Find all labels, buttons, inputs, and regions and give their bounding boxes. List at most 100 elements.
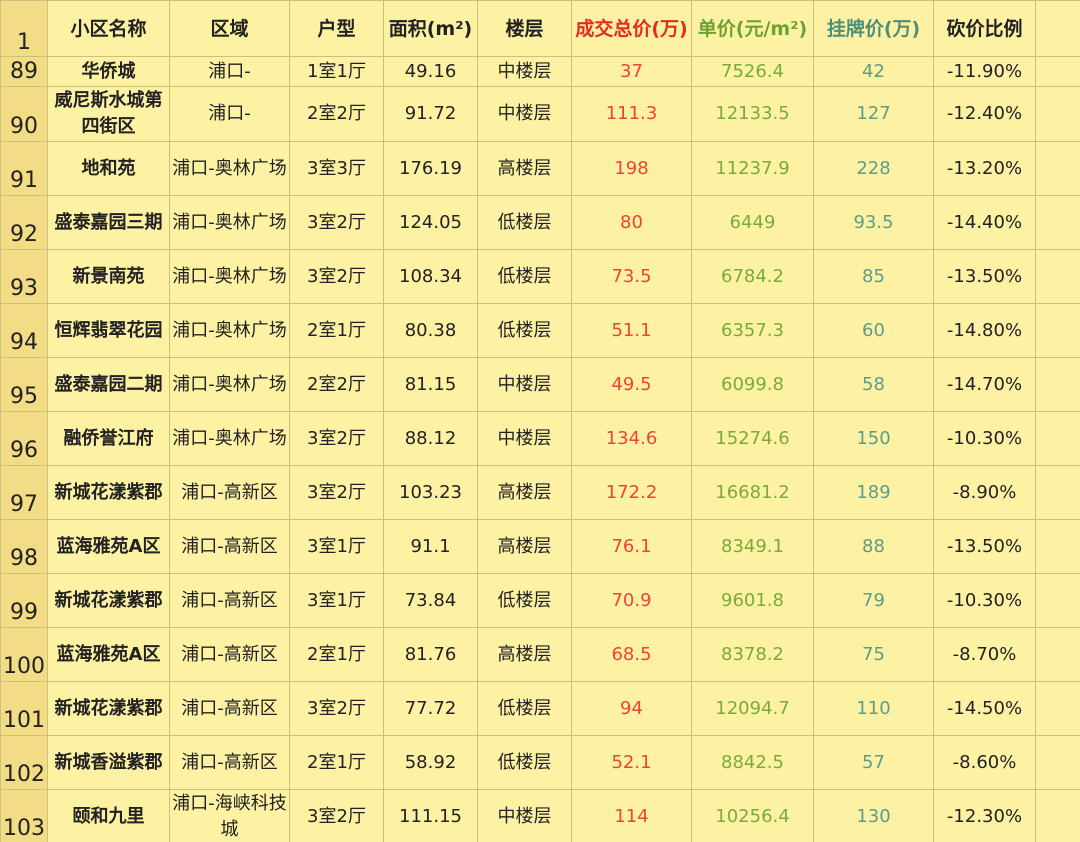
cell-name[interactable]: 威尼斯水城第四街区 — [47, 86, 170, 142]
cell-region[interactable]: 浦口-奥林广场 — [169, 411, 290, 466]
empty-cell[interactable] — [1035, 357, 1080, 412]
cell-floor[interactable]: 高楼层 — [477, 627, 572, 682]
cell-floor[interactable]: 中楼层 — [477, 56, 572, 87]
row-number[interactable]: 89 — [0, 56, 48, 87]
cell-total-price[interactable]: 49.5 — [571, 357, 692, 412]
cell-layout[interactable]: 3室1厅 — [289, 519, 384, 574]
cell-discount[interactable]: -8.90% — [933, 465, 1036, 520]
cell-discount[interactable]: -14.50% — [933, 681, 1036, 736]
cell-region[interactable]: 浦口-奥林广场 — [169, 303, 290, 358]
cell-list-price[interactable]: 228 — [813, 141, 934, 196]
cell-floor[interactable]: 高楼层 — [477, 465, 572, 520]
empty-cell[interactable] — [1035, 789, 1080, 842]
row-number[interactable]: 91 — [0, 141, 48, 196]
cell-total-price[interactable]: 51.1 — [571, 303, 692, 358]
cell-list-price[interactable]: 127 — [813, 86, 934, 142]
row-number[interactable]: 103 — [0, 789, 48, 842]
cell-discount[interactable]: -14.80% — [933, 303, 1036, 358]
cell-region[interactable]: 浦口-高新区 — [169, 735, 290, 790]
cell-name[interactable]: 新城花漾紫郡 — [47, 573, 170, 628]
cell-name[interactable]: 盛泰嘉园三期 — [47, 195, 170, 250]
cell-layout[interactable]: 3室2厅 — [289, 411, 384, 466]
cell-layout[interactable]: 3室2厅 — [289, 681, 384, 736]
empty-cell[interactable] — [1035, 519, 1080, 574]
cell-name[interactable]: 融侨誉江府 — [47, 411, 170, 466]
empty-cell[interactable] — [1035, 681, 1080, 736]
cell-area[interactable]: 80.38 — [383, 303, 478, 358]
cell-region[interactable]: 浦口-海峡科技城 — [169, 789, 290, 842]
cell-list-price[interactable]: 42 — [813, 56, 934, 87]
column-header-name[interactable]: 小区名称 — [47, 0, 170, 57]
row-number[interactable]: 95 — [0, 357, 48, 412]
cell-discount[interactable]: -12.30% — [933, 789, 1036, 842]
cell-layout[interactable]: 3室2厅 — [289, 249, 384, 304]
cell-total-price[interactable]: 111.3 — [571, 86, 692, 142]
cell-layout[interactable]: 2室1厅 — [289, 735, 384, 790]
cell-floor[interactable]: 高楼层 — [477, 519, 572, 574]
cell-area[interactable]: 91.1 — [383, 519, 478, 574]
cell-name[interactable]: 蓝海雅苑A区 — [47, 627, 170, 682]
cell-area[interactable]: 81.15 — [383, 357, 478, 412]
cell-layout[interactable]: 2室2厅 — [289, 357, 384, 412]
cell-unit-price[interactable]: 8842.5 — [691, 735, 814, 790]
column-header-layout[interactable]: 户型 — [289, 0, 384, 57]
cell-list-price[interactable]: 110 — [813, 681, 934, 736]
cell-area[interactable]: 73.84 — [383, 573, 478, 628]
column-header-region[interactable]: 区域 — [169, 0, 290, 57]
cell-unit-price[interactable]: 6449 — [691, 195, 814, 250]
empty-cell[interactable] — [1035, 411, 1080, 466]
cell-area[interactable]: 124.05 — [383, 195, 478, 250]
cell-floor[interactable]: 中楼层 — [477, 789, 572, 842]
cell-discount[interactable]: -14.40% — [933, 195, 1036, 250]
cell-total-price[interactable]: 114 — [571, 789, 692, 842]
empty-cell[interactable] — [1035, 573, 1080, 628]
cell-discount[interactable]: -12.40% — [933, 86, 1036, 142]
empty-cell[interactable] — [1035, 627, 1080, 682]
empty-cell[interactable] — [1035, 141, 1080, 196]
empty-cell[interactable] — [1035, 86, 1080, 142]
row-number[interactable]: 100 — [0, 627, 48, 682]
row-number[interactable]: 102 — [0, 735, 48, 790]
column-header-floor[interactable]: 楼层 — [477, 0, 572, 57]
cell-area[interactable]: 108.34 — [383, 249, 478, 304]
cell-unit-price[interactable]: 16681.2 — [691, 465, 814, 520]
cell-layout[interactable]: 2室2厅 — [289, 86, 384, 142]
cell-unit-price[interactable]: 10256.4 — [691, 789, 814, 842]
cell-total-price[interactable]: 80 — [571, 195, 692, 250]
cell-discount[interactable]: -8.60% — [933, 735, 1036, 790]
cell-discount[interactable]: -13.20% — [933, 141, 1036, 196]
cell-discount[interactable]: -8.70% — [933, 627, 1036, 682]
empty-cell[interactable] — [1035, 735, 1080, 790]
cell-total-price[interactable]: 94 — [571, 681, 692, 736]
cell-list-price[interactable]: 57 — [813, 735, 934, 790]
row-number[interactable]: 97 — [0, 465, 48, 520]
cell-total-price[interactable]: 52.1 — [571, 735, 692, 790]
empty-cell[interactable] — [1035, 56, 1080, 87]
cell-floor[interactable]: 低楼层 — [477, 681, 572, 736]
cell-name[interactable]: 华侨城 — [47, 56, 170, 87]
cell-unit-price[interactable]: 9601.8 — [691, 573, 814, 628]
cell-floor[interactable]: 低楼层 — [477, 195, 572, 250]
column-header-list-price[interactable]: 挂牌价(万) — [813, 0, 934, 57]
cell-total-price[interactable]: 68.5 — [571, 627, 692, 682]
empty-cell[interactable] — [1035, 303, 1080, 358]
cell-list-price[interactable]: 93.5 — [813, 195, 934, 250]
cell-unit-price[interactable]: 11237.9 — [691, 141, 814, 196]
cell-name[interactable]: 新城香溢紫郡 — [47, 735, 170, 790]
cell-floor[interactable]: 中楼层 — [477, 411, 572, 466]
cell-region[interactable]: 浦口-高新区 — [169, 519, 290, 574]
cell-layout[interactable]: 3室2厅 — [289, 465, 384, 520]
cell-floor[interactable]: 低楼层 — [477, 573, 572, 628]
cell-floor[interactable]: 低楼层 — [477, 735, 572, 790]
cell-layout[interactable]: 1室1厅 — [289, 56, 384, 87]
cell-area[interactable]: 88.12 — [383, 411, 478, 466]
cell-area[interactable]: 49.16 — [383, 56, 478, 87]
cell-region[interactable]: 浦口-奥林广场 — [169, 357, 290, 412]
cell-region[interactable]: 浦口- — [169, 86, 290, 142]
cell-region[interactable]: 浦口-高新区 — [169, 465, 290, 520]
cell-unit-price[interactable]: 7526.4 — [691, 56, 814, 87]
cell-list-price[interactable]: 58 — [813, 357, 934, 412]
cell-area[interactable]: 77.72 — [383, 681, 478, 736]
cell-total-price[interactable]: 76.1 — [571, 519, 692, 574]
cell-region[interactable]: 浦口-奥林广场 — [169, 195, 290, 250]
